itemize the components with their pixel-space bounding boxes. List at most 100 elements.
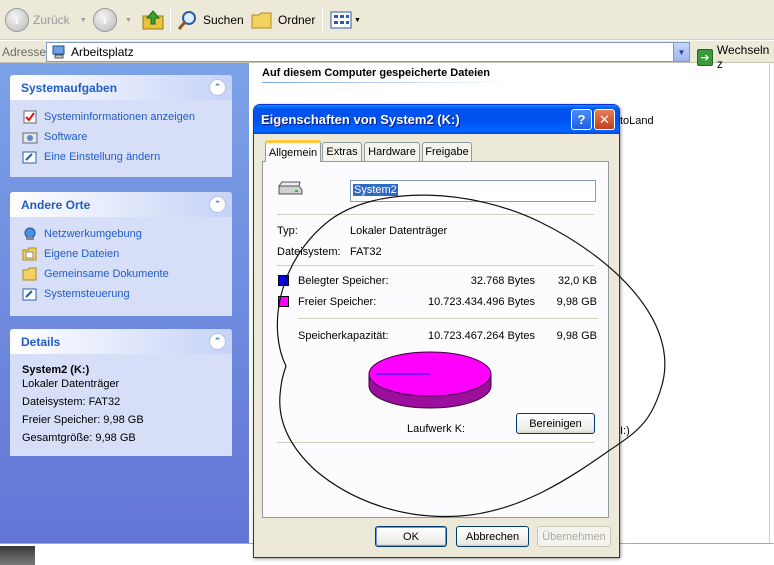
forward-dropdown-icon[interactable]: ▼: [125, 17, 132, 24]
dialog-titlebar[interactable]: Eigenschaften von System2 (K:) ? ✕: [254, 105, 619, 134]
divider: [277, 265, 594, 266]
network-icon: [22, 227, 38, 241]
place-network[interactable]: Netzwerkumgebung: [22, 224, 220, 244]
capacity-bytes: 10.723.467.264 Bytes: [427, 330, 535, 342]
free-space-label: Freier Speicher:: [298, 296, 377, 308]
place-label: Netzwerkumgebung: [44, 228, 142, 240]
search-label: Suchen: [203, 13, 244, 27]
drive-name-input[interactable]: System2: [350, 180, 596, 202]
filesystem-label: Dateisystem:: [277, 246, 341, 258]
divider: [277, 442, 594, 443]
system-tasks-header[interactable]: Systemaufgaben ⌃: [10, 75, 232, 100]
address-value: Arbeitsplatz: [71, 45, 134, 59]
place-control-panel[interactable]: Systemsteuerung: [22, 284, 220, 304]
capacity-label: Speicherkapazität:: [298, 330, 389, 342]
forward-arrow-icon: ›: [93, 8, 117, 32]
type-label: Typ:: [277, 225, 298, 237]
disk-usage-pie-chart: [368, 351, 492, 409]
views-button[interactable]: ▼: [330, 7, 361, 33]
folders-button[interactable]: Ordner: [251, 7, 315, 33]
used-space-size: 32,0 KB: [557, 275, 597, 287]
cleanup-button[interactable]: Bereinigen: [516, 413, 595, 434]
shared-folder-icon: [22, 267, 38, 281]
control-panel-icon: [22, 287, 38, 301]
tab-general[interactable]: Allgemein: [265, 140, 321, 162]
search-icon: [177, 11, 196, 30]
thumbnail-image: [0, 546, 35, 565]
content-divider: [262, 82, 512, 83]
other-places-header[interactable]: Andere Orte ⌃: [10, 192, 232, 217]
help-icon[interactable]: ?: [571, 109, 592, 130]
drive-name-value: System2: [353, 184, 398, 196]
back-button[interactable]: ‹ Zurück ▼: [5, 7, 87, 33]
place-label: Gemeinsame Dokumente: [44, 268, 169, 280]
documents-folder-icon: [22, 247, 38, 261]
folder-up-icon: [142, 10, 164, 30]
search-button[interactable]: Suchen: [177, 7, 244, 33]
drive-letter-label: Laufwerk K:: [407, 423, 466, 435]
go-arrow-icon: ➔: [697, 48, 713, 66]
free-space-swatch: [278, 296, 289, 307]
task-change-setting[interactable]: Eine Einstellung ändern: [22, 147, 220, 167]
task-pane: Systemaufgaben ⌃ Systeminformationen anz…: [0, 63, 249, 543]
up-folder-button[interactable]: [141, 7, 165, 33]
address-dropdown-icon[interactable]: ▼: [673, 43, 689, 61]
software-icon: [22, 130, 38, 144]
go-button[interactable]: ➔ Wechseln z: [697, 43, 774, 71]
toolbar-separator: [322, 6, 323, 34]
background-item-label[interactable]: I:): [620, 425, 630, 437]
toolbar: ‹ Zurück ▼ › ▼ Suchen Ordner ▼: [0, 0, 774, 40]
properties-dialog: Eigenschaften von System2 (K:) ? ✕ Allge…: [253, 104, 620, 558]
details-filesystem: Dateisystem: FAT32: [22, 396, 121, 408]
task-software[interactable]: Software: [22, 127, 220, 147]
my-computer-icon: [52, 45, 65, 59]
folders-label: Ordner: [278, 13, 316, 27]
ok-button[interactable]: OK: [375, 526, 447, 547]
back-dropdown-icon[interactable]: ▼: [80, 17, 87, 24]
address-bar: Adresse Arbeitsplatz ▼ ➔ Wechseln z: [0, 41, 774, 71]
task-system-info[interactable]: Systeminformationen anzeigen: [22, 107, 220, 127]
place-label: Systemsteuerung: [44, 288, 130, 300]
drive-icon: [278, 181, 303, 195]
details-free-space: Freier Speicher: 9,98 GB: [22, 414, 144, 426]
details-panel: Details ⌃ System2 (K:) Lokaler Datenträg…: [10, 329, 232, 456]
views-dropdown-icon: ▼: [354, 16, 361, 24]
task-label: Software: [44, 131, 88, 143]
collapse-chevron-icon[interactable]: ⌃: [209, 333, 226, 350]
forward-button[interactable]: › ▼: [93, 7, 132, 33]
apply-button[interactable]: Übernehmen: [537, 526, 611, 547]
control-panel-icon: [22, 150, 38, 164]
views-icon: [330, 11, 352, 29]
collapse-chevron-icon[interactable]: ⌃: [209, 196, 226, 213]
address-input[interactable]: Arbeitsplatz ▼: [46, 42, 690, 62]
capacity-size: 9,98 GB: [556, 330, 597, 342]
system-tasks-title: Systemaufgaben: [21, 80, 118, 95]
task-label: Systeminformationen anzeigen: [44, 111, 196, 123]
toolbar-separator: [170, 6, 171, 34]
go-label: Wechseln z: [716, 43, 770, 71]
place-shared-documents[interactable]: Gemeinsame Dokumente: [22, 264, 220, 284]
system-info-icon: [22, 110, 38, 124]
filesystem-value: FAT32: [350, 246, 382, 258]
tab-hardware[interactable]: Hardware: [364, 142, 420, 161]
divider: [298, 318, 598, 319]
type-value: Lokaler Datenträger: [350, 225, 448, 237]
used-space-label: Belegter Speicher:: [298, 275, 389, 287]
cancel-button[interactable]: Abbrechen: [456, 526, 529, 547]
divider: [277, 214, 594, 215]
window-edge: [769, 63, 774, 543]
task-label: Eine Einstellung ändern: [44, 151, 161, 163]
dialog-title: Eigenschaften von System2 (K:): [261, 112, 460, 127]
used-space-swatch: [278, 275, 289, 286]
tab-sharing[interactable]: Freigabe: [422, 142, 472, 161]
collapse-chevron-icon[interactable]: ⌃: [209, 79, 226, 96]
close-icon[interactable]: ✕: [594, 109, 615, 130]
details-header[interactable]: Details ⌃: [10, 329, 232, 354]
details-total-size: Gesamtgröße: 9,98 GB: [22, 432, 136, 444]
place-my-documents[interactable]: Eigene Dateien: [22, 244, 220, 264]
tab-extras[interactable]: Extras: [322, 142, 362, 161]
address-label: Adresse: [2, 45, 47, 59]
folder-icon: [251, 12, 272, 29]
background-item-label[interactable]: toLand: [620, 115, 654, 127]
details-title: Details: [21, 334, 61, 349]
